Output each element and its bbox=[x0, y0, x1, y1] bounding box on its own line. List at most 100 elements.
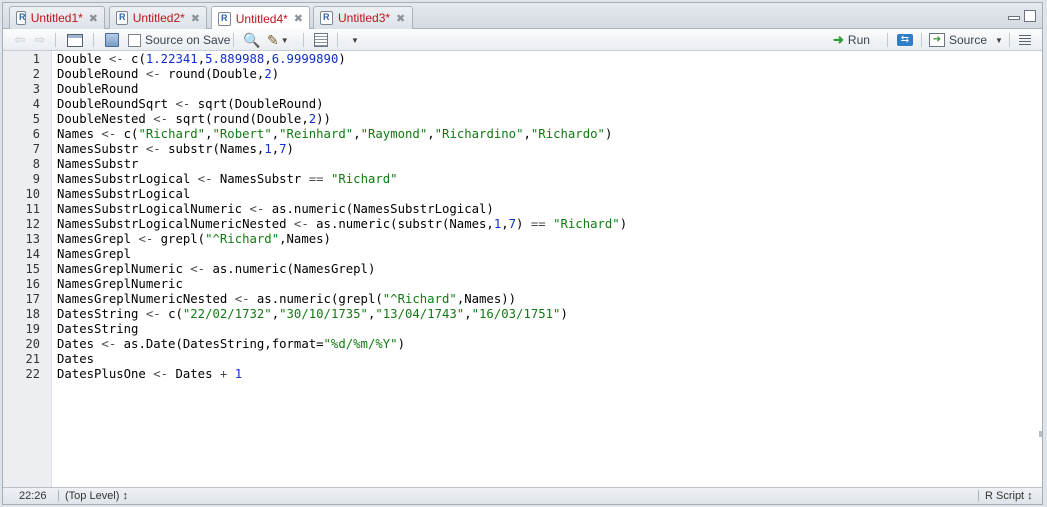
string-token: "13/04/1743" bbox=[375, 307, 465, 321]
toolbar-divider bbox=[55, 33, 56, 47]
minimize-icon[interactable] bbox=[1008, 16, 1020, 20]
close-icon[interactable]: ✖ bbox=[89, 12, 98, 25]
save-button[interactable] bbox=[105, 32, 119, 48]
code-line[interactable]: 5 DoubleNested <- sqrt(round(Double,2)) bbox=[3, 112, 1042, 127]
code-token: Dates bbox=[175, 367, 220, 381]
code-line[interactable]: 13 NamesGrepl <- grepl("^Richard",Names) bbox=[3, 232, 1042, 247]
tab-untitled4[interactable]: Untitled4* ✖ bbox=[211, 6, 310, 30]
code-token: round(Double, bbox=[168, 67, 265, 81]
more-options-button[interactable]: ▼ bbox=[349, 32, 359, 48]
show-in-new-window-button[interactable] bbox=[67, 32, 83, 48]
scrollbar-indicator[interactable] bbox=[1039, 431, 1042, 437]
code-line[interactable]: 17 NamesGreplNumericNested <- as.numeric(… bbox=[3, 292, 1042, 307]
document-outline-button[interactable] bbox=[1019, 32, 1031, 48]
tab-untitled1[interactable]: Untitled1* ✖ bbox=[9, 6, 105, 29]
line-number: 17 bbox=[25, 292, 40, 306]
code-line[interactable]: 3 DoubleRound bbox=[3, 82, 1042, 97]
arrow-right-icon: ⇨ bbox=[34, 32, 46, 47]
operator-token: <- bbox=[175, 97, 198, 111]
code-line[interactable]: 2 DoubleRound <- round(Double,2) bbox=[3, 67, 1042, 82]
code-line[interactable]: 4 DoubleRoundSqrt <- sqrt(DoubleRound) bbox=[3, 97, 1042, 112]
line-number: 4 bbox=[32, 97, 40, 111]
source-editor-pane: Untitled1* ✖ Untitled2* ✖ Untitled4* ✖ U… bbox=[2, 2, 1043, 505]
code-line[interactable]: 7 NamesSubstr <- substr(Names,1,7) bbox=[3, 142, 1042, 157]
line-number: 14 bbox=[25, 247, 40, 261]
code-token: DatesString bbox=[57, 307, 146, 321]
code-line[interactable]: 11 NamesSubstrLogicalNumeric <- as.numeri… bbox=[3, 202, 1042, 217]
code-line[interactable]: 20 Dates <- as.Date(DatesString,format="%… bbox=[3, 337, 1042, 352]
code-token: , bbox=[271, 142, 280, 156]
find-replace-button[interactable]: 🔍 bbox=[243, 32, 260, 48]
code-line[interactable]: 18 DatesString <- c("22/02/1732","30/10/1… bbox=[3, 307, 1042, 322]
operator-token: <- bbox=[234, 292, 257, 306]
maximize-icon[interactable] bbox=[1024, 10, 1036, 22]
code-text: NamesGreplNumeric <- as.numeric(NamesGre… bbox=[57, 262, 375, 277]
code-text: DatesString bbox=[57, 322, 138, 337]
string-token: "Richardino" bbox=[434, 127, 524, 141]
code-line[interactable]: 15 NamesGreplNumeric <- as.numeric(NamesG… bbox=[3, 262, 1042, 277]
tab-label: Untitled4* bbox=[235, 11, 288, 26]
chevron-down-icon[interactable]: ▼ bbox=[995, 36, 1003, 45]
code-line[interactable]: 1 Double <- c(1.22341,5.889988,6.9999890) bbox=[3, 52, 1042, 67]
code-line[interactable]: 8 NamesSubstr bbox=[3, 157, 1042, 172]
scope-selector[interactable]: (Top Level) ↕ bbox=[65, 490, 128, 502]
source-on-save-checkbox[interactable] bbox=[128, 33, 141, 47]
source-label: Source bbox=[949, 33, 988, 47]
back-button[interactable]: ⇦ bbox=[13, 32, 27, 48]
operator-token: <- bbox=[153, 367, 176, 381]
operator-token: <- bbox=[197, 172, 220, 186]
line-number: 6 bbox=[32, 127, 40, 141]
close-icon[interactable]: ✖ bbox=[294, 12, 303, 25]
code-line[interactable]: 22 DatesPlusOne <- Dates + 1 bbox=[3, 367, 1042, 382]
code-token: grepl( bbox=[160, 232, 206, 246]
file-type-selector[interactable]: R Script ↕ bbox=[985, 490, 1033, 502]
code-tools-button[interactable]: ✎ ▼ bbox=[267, 32, 289, 48]
line-number: 9 bbox=[32, 172, 40, 186]
r-file-icon bbox=[116, 11, 128, 25]
source-on-save-toggle[interactable]: Source on Save bbox=[128, 32, 230, 48]
code-token: , bbox=[464, 307, 472, 321]
code-token: sqrt(round(Double, bbox=[175, 112, 309, 126]
code-token: NamesGreplNumericNested bbox=[57, 292, 235, 306]
tab-label: Untitled2* bbox=[132, 11, 185, 25]
code-line[interactable]: 16 NamesGreplNumeric bbox=[3, 277, 1042, 292]
code-line[interactable]: 19 DatesString bbox=[3, 322, 1042, 337]
source-button[interactable]: ➜ Source ▼ bbox=[929, 32, 1003, 48]
cursor-position: 22:26 bbox=[19, 490, 47, 502]
magic-wand-icon: ✎ bbox=[267, 31, 279, 48]
operator-token: <- bbox=[190, 262, 213, 276]
code-line[interactable]: 12 NamesSubstrLogicalNumericNested <- as.… bbox=[3, 217, 1042, 232]
forward-button[interactable]: ⇨ bbox=[33, 32, 47, 48]
code-text: DoubleRound bbox=[57, 82, 138, 97]
string-token: "Robert" bbox=[212, 127, 272, 141]
tab-untitled3[interactable]: Untitled3* ✖ bbox=[313, 6, 413, 29]
tab-untitled2[interactable]: Untitled2* ✖ bbox=[109, 6, 207, 29]
code-token: ,Names) bbox=[279, 232, 331, 246]
code-editor[interactable]: 1 Double <- c(1.22341,5.889988,6.9999890)… bbox=[3, 51, 1042, 487]
code-line[interactable]: 9 NamesSubstrLogical <- NamesSubstr == "R… bbox=[3, 172, 1042, 187]
code-line[interactable]: 6 Names <- c("Richard","Robert","Reinhard… bbox=[3, 127, 1042, 142]
rerun-button[interactable]: ⇆ bbox=[897, 32, 913, 48]
chevron-down-icon: ▼ bbox=[280, 35, 289, 45]
toolbar-divider bbox=[93, 33, 94, 47]
code-token: DoubleNested bbox=[57, 112, 154, 126]
code-line[interactable]: 10 NamesSubstrLogical bbox=[3, 187, 1042, 202]
code-token: Double bbox=[57, 52, 109, 66]
code-line[interactable]: 21 Dates bbox=[3, 352, 1042, 367]
close-icon[interactable]: ✖ bbox=[191, 12, 200, 25]
string-token: "16/03/1751" bbox=[471, 307, 561, 321]
tab-label: Untitled1* bbox=[30, 11, 83, 25]
operator-token: <- bbox=[101, 127, 124, 141]
toolbar-divider bbox=[921, 33, 922, 47]
close-icon[interactable]: ✖ bbox=[396, 12, 405, 25]
source-file-icon: ➜ bbox=[929, 33, 945, 47]
run-button[interactable]: ➜ Run bbox=[833, 32, 870, 48]
line-number: 15 bbox=[25, 262, 40, 276]
outline-icon bbox=[1019, 35, 1031, 45]
code-token: NamesGrepl bbox=[57, 247, 132, 261]
code-line[interactable]: 14 NamesGrepl bbox=[3, 247, 1042, 262]
code-text: Names <- c("Richard","Robert","Reinhard"… bbox=[57, 127, 612, 142]
compile-report-button[interactable] bbox=[314, 32, 328, 48]
status-divider bbox=[978, 490, 979, 502]
operator-token: <- bbox=[145, 307, 169, 321]
